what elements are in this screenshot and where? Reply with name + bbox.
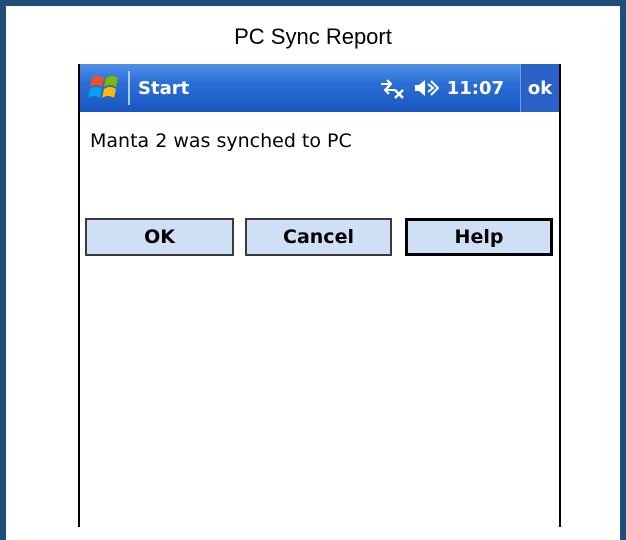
system-tray: 11:07 ok [377,64,559,112]
start-label: Start [138,77,190,99]
ok-button[interactable]: OK [85,218,234,256]
sync-disconnected-icon[interactable] [377,76,405,100]
title-separator [128,71,130,105]
sync-message: Manta 2 was synched to PC [90,130,352,152]
device-screen: Start 11:07 ok Manta 2 was synched to PC… [78,64,561,527]
cancel-button[interactable]: Cancel [245,218,392,256]
title-ok-button[interactable]: ok [520,64,559,112]
title-bar: Start 11:07 ok [80,64,559,112]
report-caption: PC Sync Report [234,24,392,49]
help-button[interactable]: Help [405,218,553,256]
speaker-icon[interactable] [413,77,439,99]
clock[interactable]: 11:07 [447,78,504,99]
windows-flag-icon [88,72,122,104]
start-menu-button[interactable]: Start [80,64,189,112]
